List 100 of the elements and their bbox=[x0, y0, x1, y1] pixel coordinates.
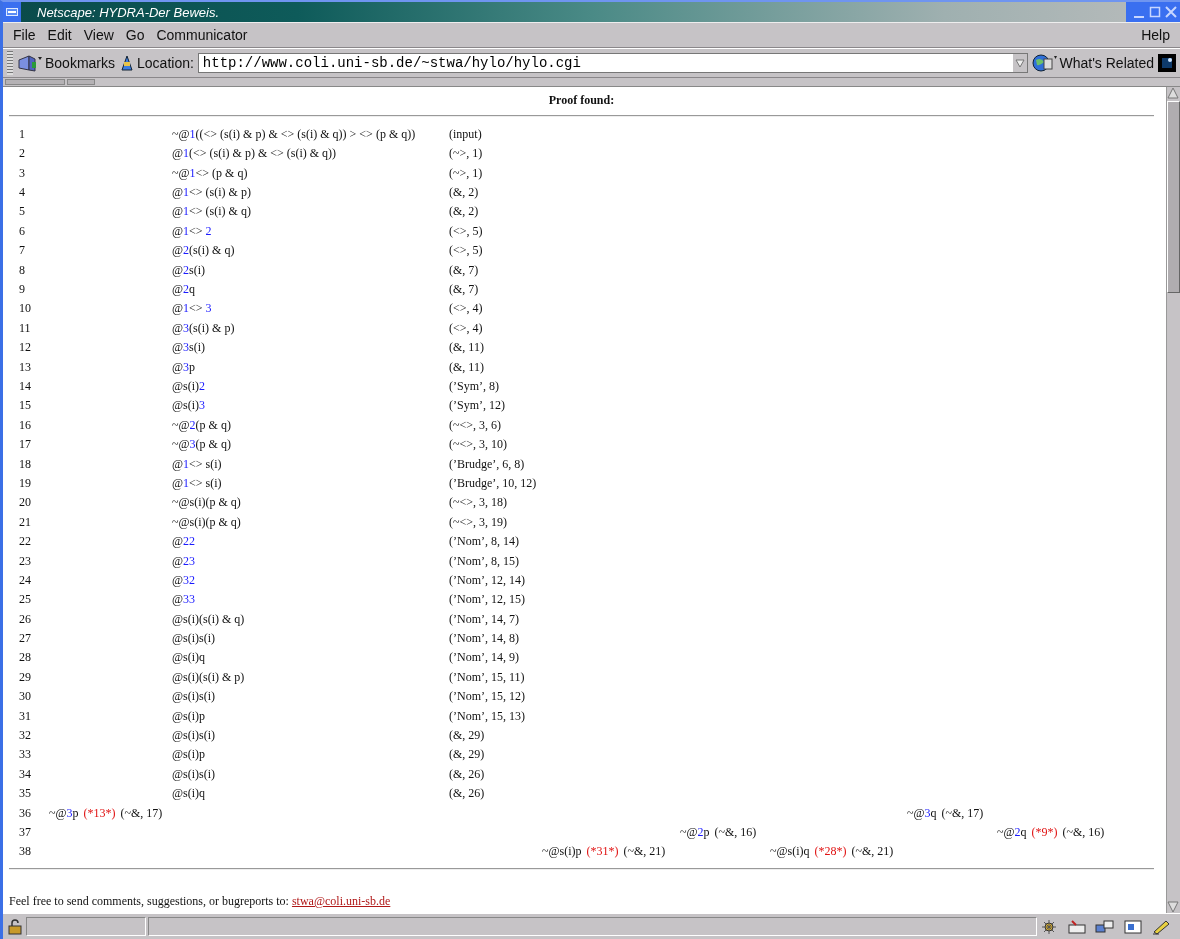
justification-text: (’Nom’, 8, 15) bbox=[449, 552, 519, 570]
line-number: 18 bbox=[19, 455, 32, 473]
justification-text: (&, 29) bbox=[449, 746, 485, 764]
scroll-thumb[interactable] bbox=[1167, 100, 1180, 293]
proof-heading: Proof found: bbox=[547, 92, 616, 108]
formula-text: @s(i)q bbox=[172, 649, 207, 667]
justification-text: (’Nom’, 14, 7) bbox=[449, 610, 519, 628]
justification-text: (~<>, 3, 6) bbox=[449, 416, 502, 434]
justification-text: (<>, 5) bbox=[449, 242, 483, 260]
closure-mark: (*13*) bbox=[83, 804, 116, 822]
formula-text: ~@1<> (p & q) bbox=[172, 164, 249, 182]
justification-text: (&, 29) bbox=[449, 727, 485, 745]
line-number: 35 bbox=[19, 785, 32, 803]
sun-icon[interactable] bbox=[1039, 918, 1059, 935]
bookmarks-icon[interactable] bbox=[17, 53, 43, 72]
menu-item[interactable]: Edit bbox=[41, 27, 78, 43]
formula-text: @1<> (s(i) & p) bbox=[172, 184, 252, 202]
line-number: 29 bbox=[19, 668, 32, 686]
scrollbar[interactable] bbox=[1166, 86, 1180, 913]
closure-mark: (*31*) bbox=[586, 843, 619, 861]
menu-item[interactable]: File bbox=[7, 27, 42, 43]
maximize-icon[interactable] bbox=[1148, 5, 1162, 19]
justification-text: (’Nom’, 15, 12) bbox=[449, 688, 525, 706]
formula-text: ~@3q bbox=[907, 804, 937, 822]
justification-text: (’Sym’, 12) bbox=[449, 397, 505, 415]
formula-text: @1<> 3 bbox=[172, 300, 213, 318]
window-menu-icon[interactable] bbox=[6, 8, 18, 16]
formula-text: @s(i)2 bbox=[172, 378, 207, 395]
formula-text: @3(s(i) & p) bbox=[172, 319, 236, 337]
formula-text: @1<> s(i) bbox=[172, 474, 223, 492]
justification-text: (&, 11) bbox=[449, 339, 484, 357]
pen-icon[interactable] bbox=[1151, 918, 1171, 935]
menu-item[interactable]: Help bbox=[1135, 27, 1176, 43]
formula-text: @1<> s(i) bbox=[172, 455, 223, 473]
formula-text: @s(i)(s(i) & p) bbox=[172, 668, 246, 686]
lock-icon[interactable] bbox=[6, 917, 24, 936]
window-title: Netscape: HYDRA-Der Beweis. bbox=[37, 4, 221, 20]
justification-text: (<>, 4) bbox=[449, 319, 483, 337]
line-number: 23 bbox=[19, 552, 32, 570]
formula-text: @s(i)(s(i) & q) bbox=[172, 610, 246, 628]
formula-text: @23 bbox=[172, 552, 197, 570]
whats-related-label[interactable]: What's Related bbox=[1059, 54, 1154, 71]
justification-text: (’Nom’, 8, 14) bbox=[449, 533, 519, 551]
formula-text: ~@s(i)p bbox=[542, 843, 582, 861]
scroll-down-icon[interactable] bbox=[1167, 901, 1179, 913]
formula-text: @s(i)s(i) bbox=[172, 630, 217, 648]
scroll-up-icon[interactable] bbox=[1167, 86, 1179, 99]
formula-text: ~@2(p & q) bbox=[172, 416, 232, 434]
line-number: 7 bbox=[19, 242, 26, 260]
footer-text: Feel free to send comments, suggestions, or bugreports to: bbox=[9, 893, 289, 908]
formula-text: @s(i)q bbox=[172, 785, 207, 803]
line-number: 25 bbox=[19, 591, 32, 609]
formula-text: ~@s(i)(p & q) bbox=[172, 513, 242, 531]
formula-text: ~@1((<> (s(i) & p) & <> (s(i) & q)) > <> (p & q)) bbox=[172, 125, 417, 143]
line-number: 30 bbox=[19, 688, 32, 706]
line-number: 15 bbox=[19, 397, 32, 415]
toolbar-tab-handle[interactable] bbox=[67, 78, 95, 85]
justification-text: (’Nom’, 15, 13) bbox=[449, 707, 525, 725]
justification-text: (~&, 21) bbox=[851, 843, 894, 861]
line-number: 1 bbox=[19, 125, 26, 143]
formula-text: @s(i)p bbox=[172, 707, 207, 725]
formula-text: ~@2p bbox=[680, 824, 710, 841]
line-number: 9 bbox=[19, 281, 26, 299]
formula-text: @3s(i) bbox=[172, 339, 207, 357]
window-icon[interactable] bbox=[1123, 918, 1143, 935]
justification-text: (’Sym’, 8) bbox=[449, 378, 499, 395]
toolbar-tab-handle[interactable] bbox=[5, 78, 65, 85]
justification-text: (~&, 21) bbox=[623, 843, 666, 861]
justification-text: (&, 2) bbox=[449, 203, 479, 221]
justification-text: (~<>, 3, 10) bbox=[449, 436, 508, 454]
line-number: 10 bbox=[19, 300, 32, 318]
line-number: 2 bbox=[19, 145, 26, 163]
line-number: 19 bbox=[19, 474, 32, 492]
formula-text: @32 bbox=[172, 571, 197, 589]
line-number: 38 bbox=[19, 843, 32, 861]
menu-item[interactable]: Communicator bbox=[150, 27, 254, 43]
line-number: 20 bbox=[19, 494, 32, 512]
justification-text: (~<>, 3, 18) bbox=[449, 494, 508, 512]
formula-text: ~@2q bbox=[997, 824, 1027, 841]
line-number: 12 bbox=[19, 339, 32, 357]
close-icon[interactable] bbox=[1164, 5, 1178, 19]
justification-text: (’Nom’, 12, 14) bbox=[449, 571, 525, 589]
justification-text: (’Nom’, 14, 8) bbox=[449, 630, 519, 648]
menu-item[interactable]: Go bbox=[119, 27, 151, 43]
location-label: Location: bbox=[137, 54, 194, 71]
formula-text: @33 bbox=[172, 591, 197, 609]
logo-icon[interactable] bbox=[1158, 53, 1176, 72]
toolbar-grip[interactable] bbox=[7, 50, 13, 75]
chat-icon[interactable] bbox=[1095, 918, 1115, 935]
line-number: 22 bbox=[19, 533, 32, 551]
email-link[interactable]: stwa@coli.uni-sb.de bbox=[291, 893, 391, 908]
justification-text: (’Brudge’, 10, 12) bbox=[449, 474, 537, 492]
justification-text: (&, 2) bbox=[449, 184, 479, 202]
menu-item[interactable]: View bbox=[77, 27, 120, 43]
justification-text: (~<>, 3, 19) bbox=[449, 513, 508, 531]
line-number: 4 bbox=[19, 184, 26, 202]
mail-icon[interactable] bbox=[1067, 918, 1087, 935]
globe-icon[interactable] bbox=[1031, 52, 1058, 73]
bookmarks-label[interactable]: Bookmarks bbox=[45, 54, 116, 71]
formula-text: ~@s(i)(p & q) bbox=[172, 494, 242, 512]
